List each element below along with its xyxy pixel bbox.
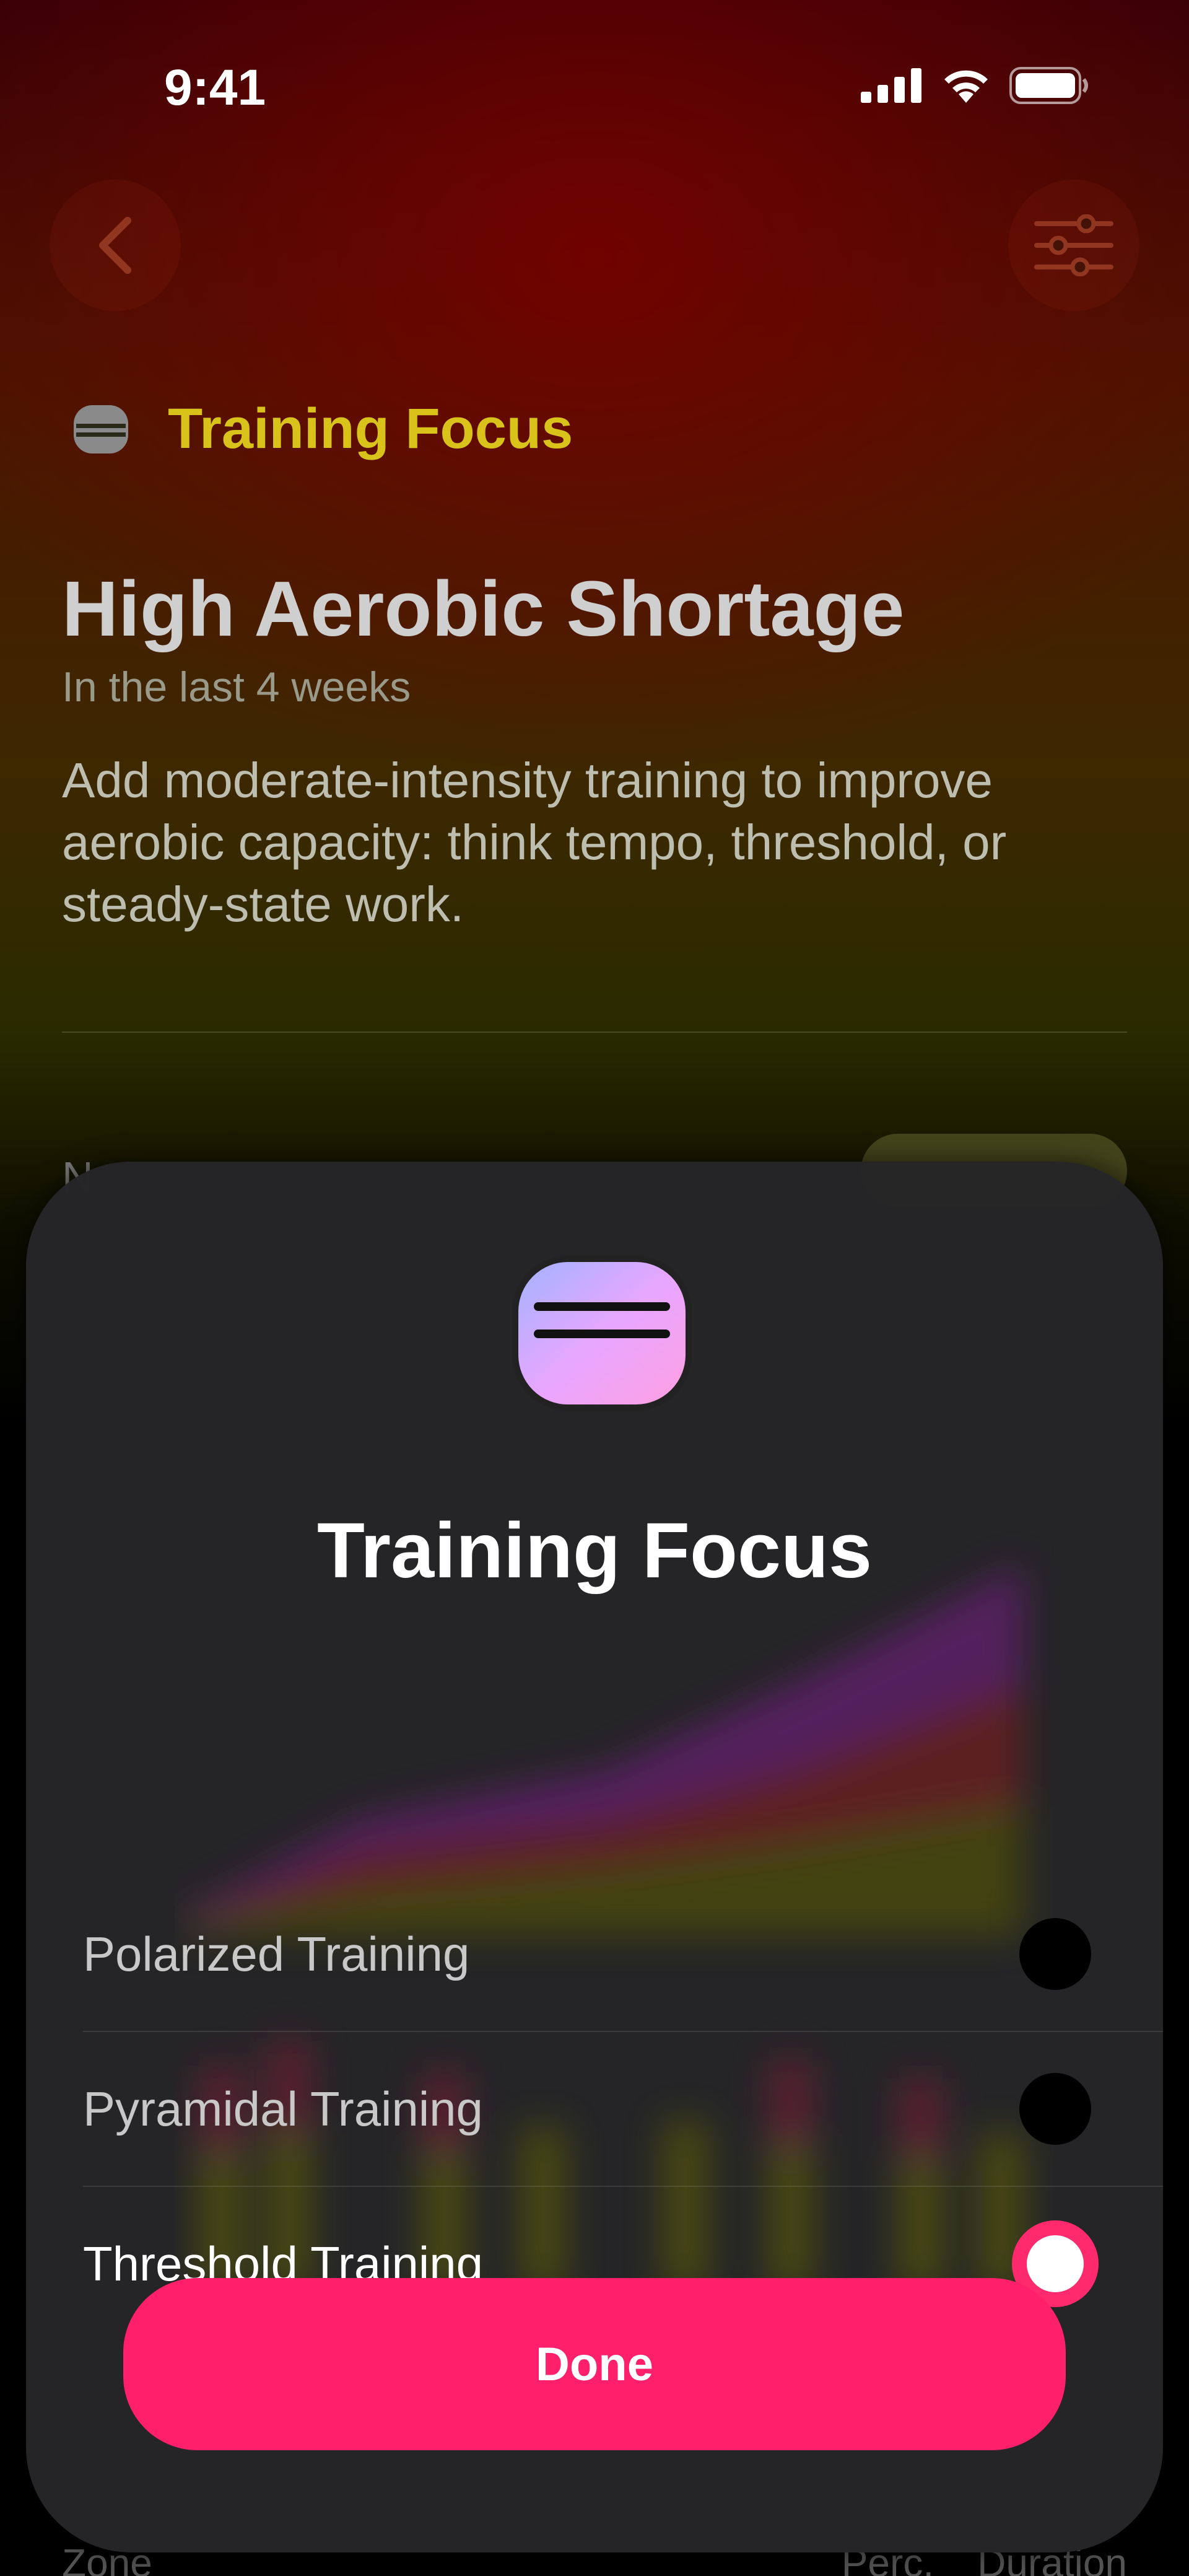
section-title: Training Focus [168, 397, 573, 460]
battery-icon [1009, 67, 1088, 104]
subheadline: In the last 4 weeks [62, 664, 411, 711]
radio-unselected[interactable] [1019, 2073, 1091, 2145]
cellular-signal-icon [861, 68, 921, 103]
option-label: Polarized Training [83, 1926, 470, 1981]
training-focus-icon [512, 1256, 692, 1411]
option-label: Pyramidal Training [83, 2081, 483, 2136]
description: Add moderate-intensity training to impro… [62, 753, 1007, 932]
filter-button[interactable] [1008, 180, 1139, 311]
wifi-icon [944, 70, 988, 103]
screen: 9:41 Training Focus High Aerobic Shortag… [0, 0, 1189, 2576]
option-polarized-training[interactable]: Polarized Training [83, 1877, 1163, 2031]
chevron-left-icon [99, 217, 131, 274]
divider [62, 1032, 1127, 1033]
training-focus-sheet: Training Focus Polarized Training Pyrami… [26, 1162, 1163, 2552]
status-icons [861, 67, 1090, 104]
headline: High Aerobic Shortage [62, 565, 905, 652]
done-button[interactable]: Done [123, 2278, 1066, 2450]
status-time: 9:41 [164, 59, 266, 116]
option-pyramidal-training[interactable]: Pyramidal Training [83, 2032, 1163, 2186]
training-focus-icon [74, 405, 128, 453]
back-button[interactable] [50, 180, 181, 311]
sliders-icon [1034, 214, 1113, 276]
radio-unselected[interactable] [1019, 1918, 1091, 1990]
sheet-title: Training Focus [316, 1507, 873, 1594]
section-header: Training Focus [71, 396, 573, 462]
